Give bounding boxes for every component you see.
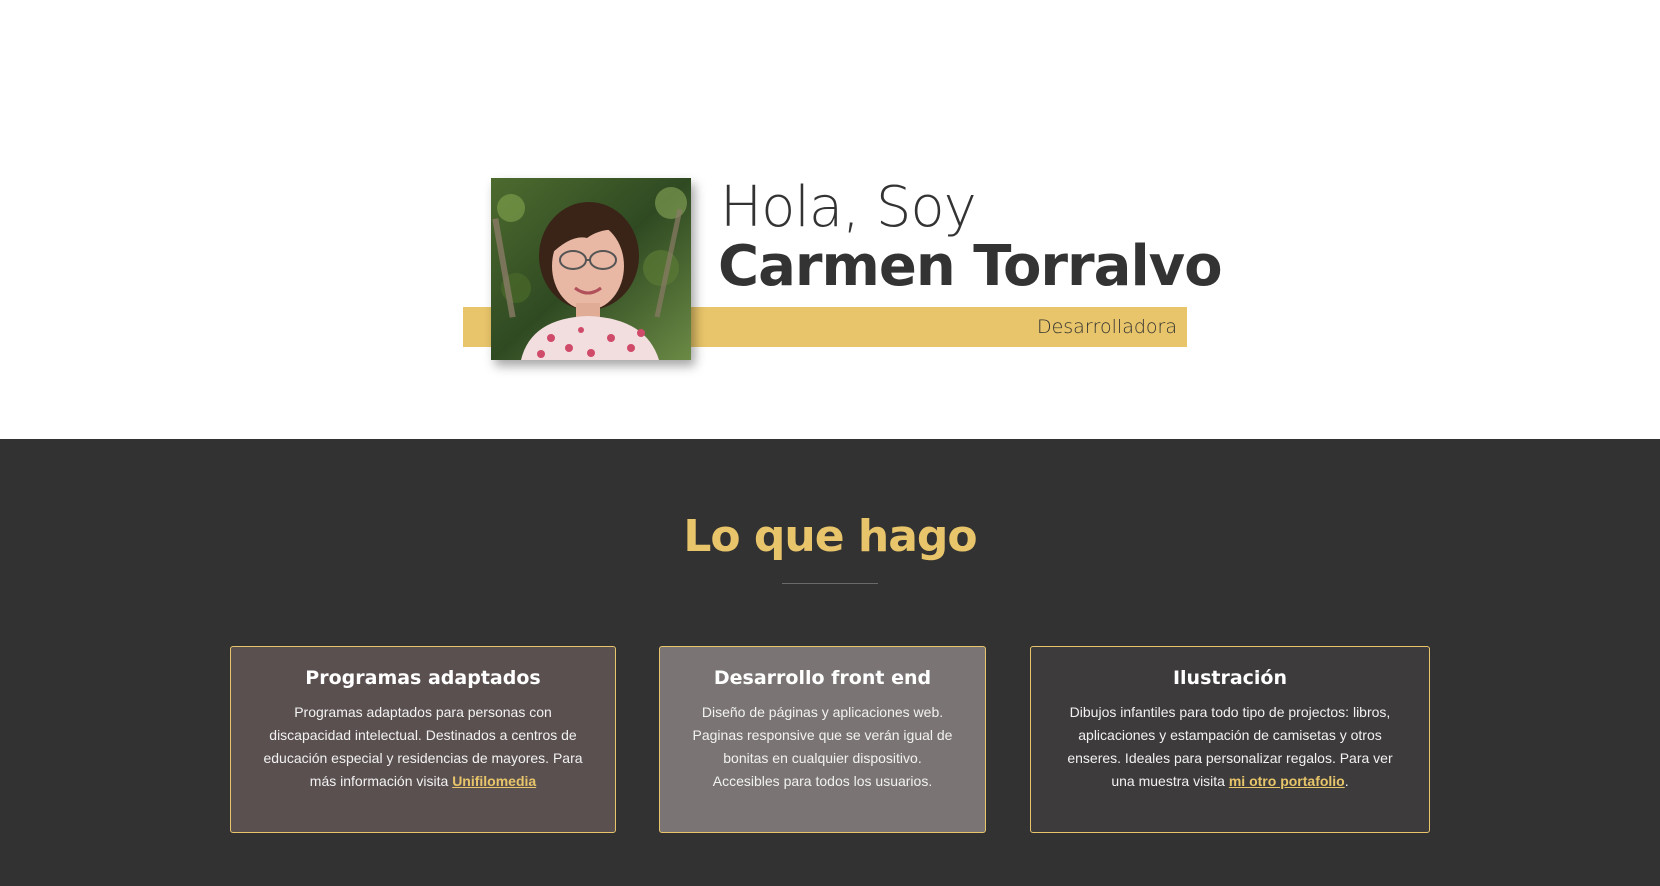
section-divider bbox=[782, 583, 878, 584]
hero-name: Carmen Torralvo bbox=[718, 234, 1223, 299]
service-card-frontend: Desarrollo front end Diseño de páginas y… bbox=[659, 646, 986, 833]
services-title: Lo que hago bbox=[683, 511, 977, 562]
services-section: Lo que hago Programas adaptados Programa… bbox=[0, 439, 1660, 886]
card-text: Programas adaptados para personas con di… bbox=[261, 701, 585, 793]
card-text-body: Diseño de páginas y aplicaciones web. Pa… bbox=[692, 704, 953, 789]
card-title: Ilustración bbox=[1172, 667, 1288, 689]
profile-photo bbox=[491, 178, 691, 360]
service-card-ilustracion: Ilustración Dibujos infantiles para todo… bbox=[1030, 646, 1430, 833]
card-text-tail: . bbox=[1344, 773, 1349, 789]
card-title: Programas adaptados bbox=[305, 667, 541, 689]
hero-section: Desarrolladora Hola, Soy Carmen Torralvo bbox=[0, 0, 1660, 439]
card-text: Diseño de páginas y aplicaciones web. Pa… bbox=[690, 701, 955, 793]
portfolio-link[interactable]: mi otro portafolio bbox=[1229, 773, 1345, 789]
service-card-programas: Programas adaptados Programas adaptados … bbox=[230, 646, 616, 833]
card-text: Dibujos infantiles para todo tipo de pro… bbox=[1061, 701, 1399, 793]
card-title: Desarrollo front end bbox=[713, 667, 932, 689]
hero-greeting: Hola, Soy bbox=[720, 175, 977, 240]
unifilomedia-link[interactable]: Unifilomedia bbox=[452, 773, 536, 789]
